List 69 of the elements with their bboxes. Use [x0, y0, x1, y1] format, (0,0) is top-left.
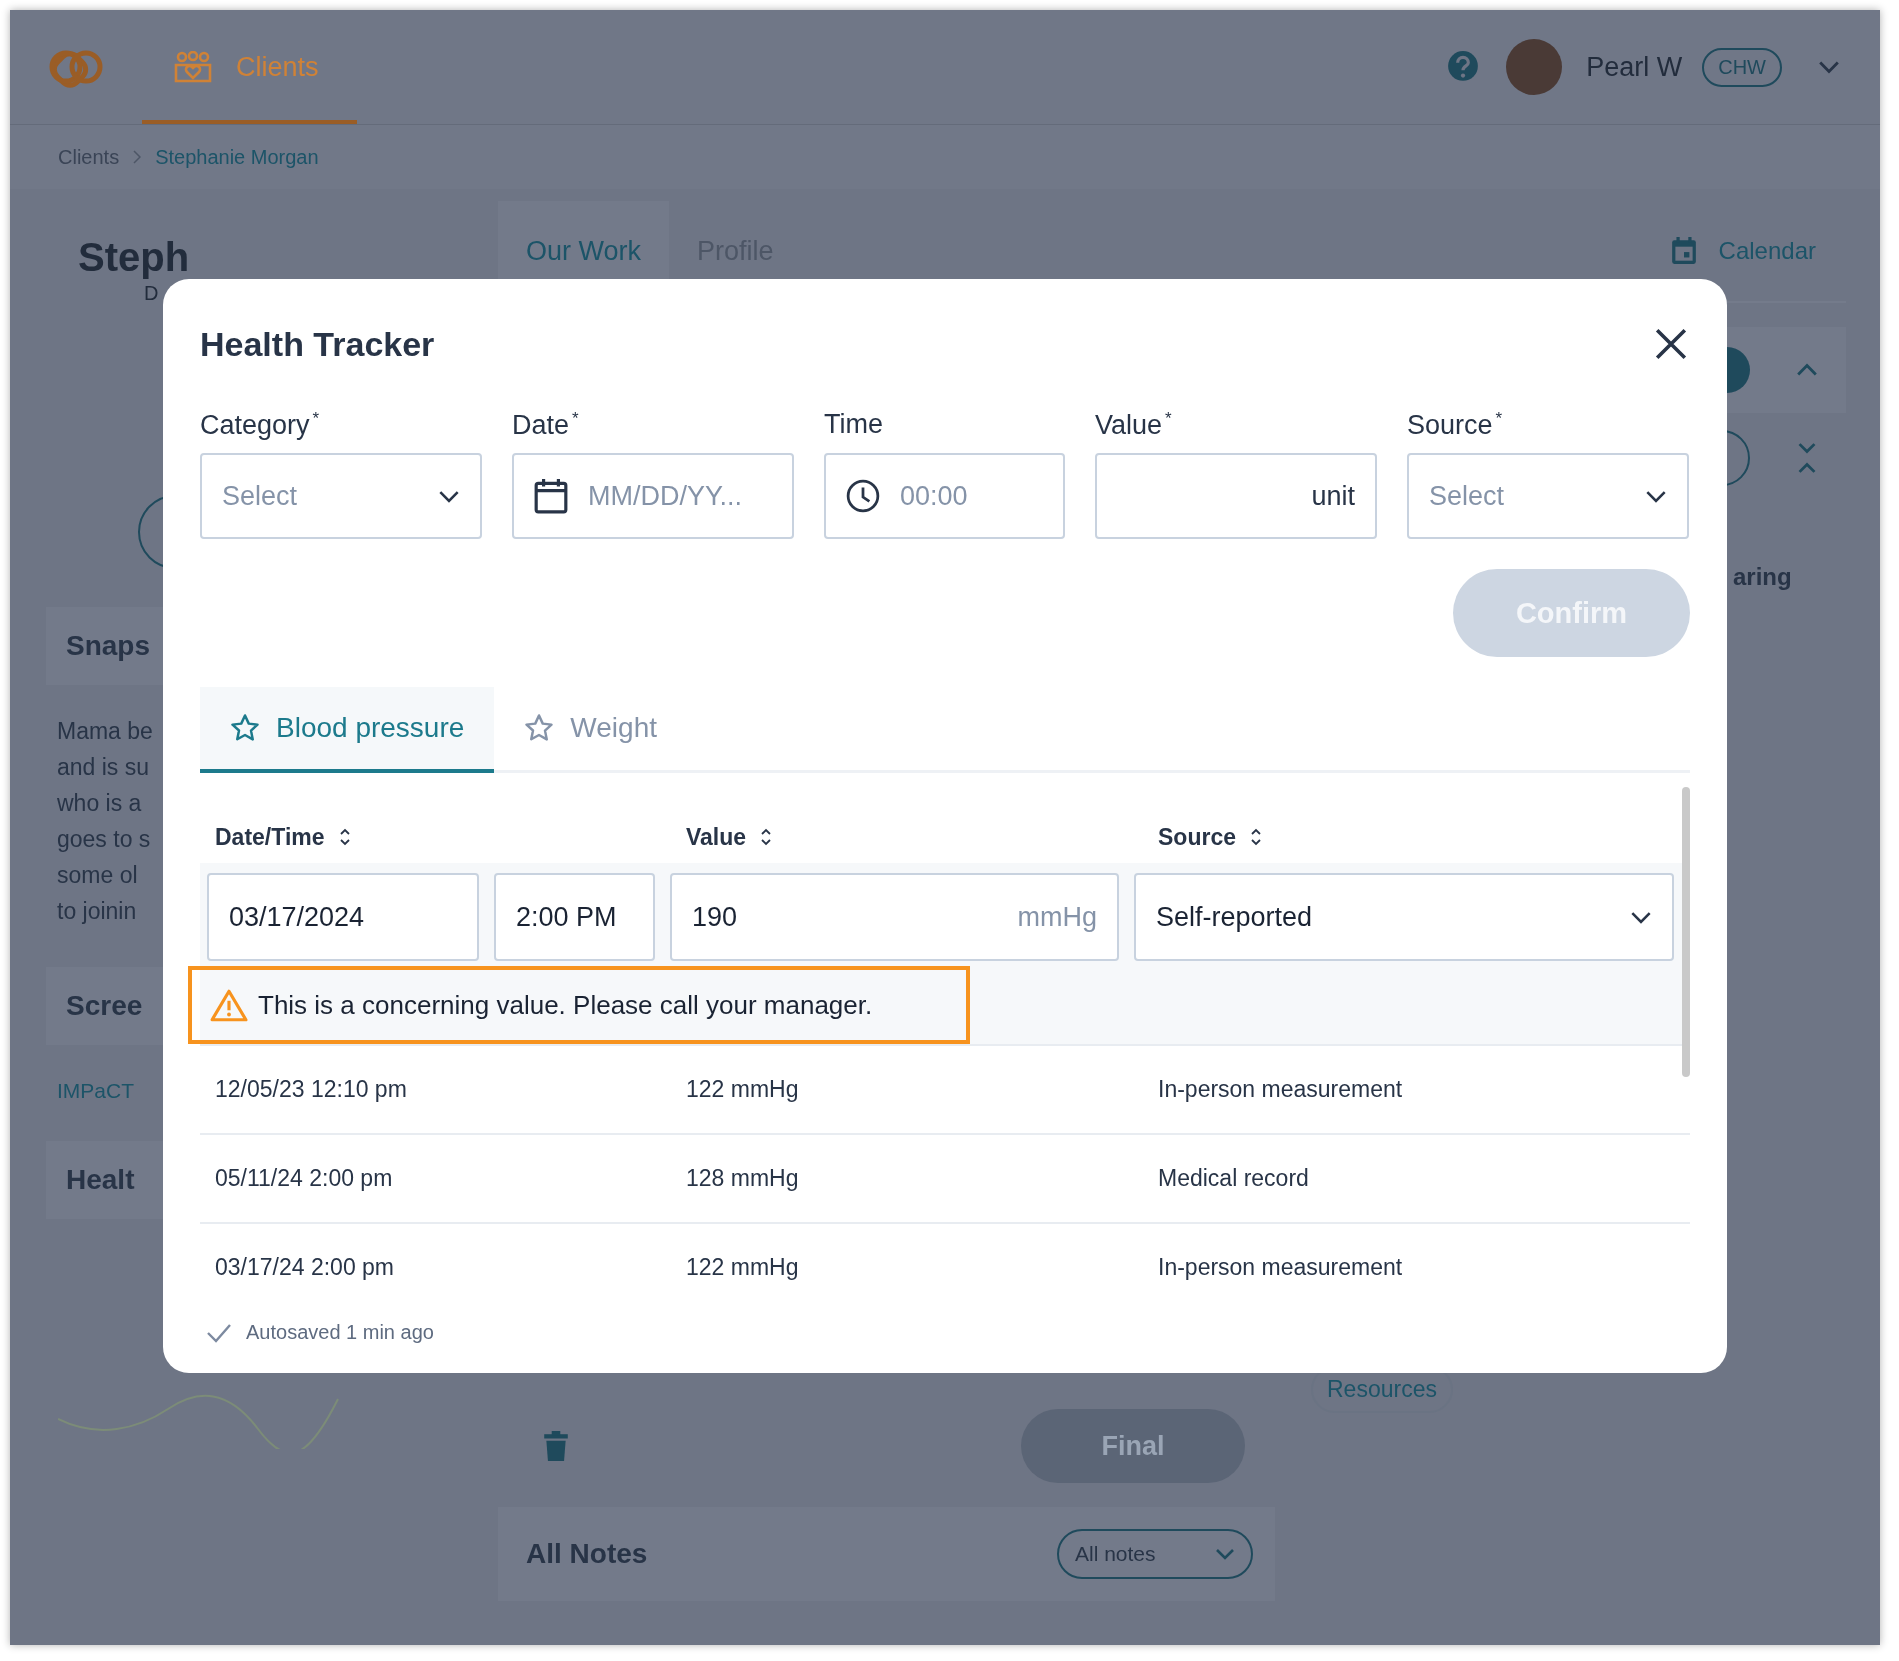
sort-icon — [338, 827, 351, 847]
column-header[interactable]: Value — [686, 823, 773, 851]
input-field[interactable]: Select — [200, 453, 482, 539]
notes-title: All Notes — [526, 1538, 648, 1570]
section-heading: Scree — [46, 967, 163, 1045]
date-input[interactable]: 03/17/2024 — [207, 873, 479, 961]
table-cell: 122 mmHg — [686, 1076, 799, 1103]
table-cell: 128 mmHg — [686, 1165, 799, 1192]
star-icon — [524, 713, 555, 743]
column-header[interactable]: Source — [1158, 823, 1262, 851]
people-heart-icon — [174, 51, 212, 83]
time-input[interactable]: 2:00 PM — [494, 873, 655, 961]
scrollbar[interactable] — [1682, 787, 1690, 1077]
warning-text: This is a concerning value. Please call your manager. — [258, 989, 873, 1021]
column-header[interactable]: Date/Time — [215, 823, 351, 851]
snapshot-text: Mama be and is su who is a goes to s some ol to joinin — [57, 717, 154, 926]
input-field[interactable]: Select — [1407, 453, 1689, 539]
sort-icon — [760, 827, 773, 847]
field-label: Category$^{*}$ — [200, 409, 321, 442]
field-label: Date$^{*}$ — [512, 409, 580, 442]
table-cell: 05/11/24 2:00 pm — [215, 1165, 393, 1192]
table-cell: In-person measurement — [1158, 1254, 1403, 1281]
category-tab[interactable]: Blood pressure — [200, 687, 495, 773]
close-icon[interactable] — [1654, 327, 1688, 361]
calendar-link[interactable]: Calendar — [1718, 237, 1816, 265]
section-heading: Healt — [46, 1141, 163, 1219]
table-cell: In-person measurement — [1158, 1076, 1403, 1103]
section-heading: Snaps — [46, 607, 163, 685]
input-field[interactable]: MM/DD/YY... — [512, 453, 794, 539]
client-subtitle: D — [144, 282, 160, 305]
chevron-down-icon — [1645, 489, 1667, 503]
field-label: Value$^{*}$ — [1095, 409, 1173, 442]
autosave-status: Autosaved 1 min ago — [246, 1321, 434, 1344]
role-tag: CHW — [1702, 47, 1782, 87]
chevron-down-icon[interactable] — [1818, 60, 1840, 74]
source-dropdown[interactable]: Self-reported — [1134, 873, 1674, 961]
screening-link[interactable]: IMPaCT — [57, 1079, 134, 1103]
sort-icon — [1250, 827, 1262, 847]
chevron-down-icon — [1630, 910, 1652, 924]
table-cell: Medical record — [1158, 1165, 1309, 1192]
star-icon — [230, 713, 260, 743]
field-label: Time — [824, 409, 884, 441]
chevron-down-icon — [438, 489, 460, 503]
collapse-icon[interactable] — [1796, 442, 1818, 474]
value-input[interactable]: 190 mmHg — [670, 873, 1119, 961]
input-field[interactable]: 00:00 — [824, 453, 1065, 539]
section-heading: aring — [1733, 563, 1792, 591]
calendar-icon — [534, 478, 568, 514]
dialog-title: Health Tracker — [200, 324, 435, 364]
clock-icon — [846, 478, 880, 514]
table-cell: 03/17/24 2:00 pm — [215, 1254, 395, 1281]
trash-icon[interactable] — [544, 1431, 568, 1461]
chevron-down-icon — [1215, 1548, 1235, 1560]
user-name: Pearl W — [1586, 51, 1683, 83]
input-field[interactable]: unit — [1095, 453, 1377, 539]
field-label: Source$^{*}$ — [1407, 409, 1504, 442]
chevron-up-icon[interactable] — [1796, 363, 1818, 377]
client-name: Steph — [78, 235, 191, 280]
breadcrumb-link[interactable]: Stephanie Morgan — [155, 145, 319, 169]
table-cell: 12/05/23 12:10 pm — [215, 1076, 407, 1103]
help-icon[interactable] — [1446, 50, 1481, 84]
check-icon — [206, 1322, 232, 1343]
chevron-right-icon — [133, 150, 142, 164]
category-tab[interactable]: Weight — [494, 687, 687, 773]
breadcrumb-link[interactable]: Clients — [58, 145, 120, 169]
table-cell: 122 mmHg — [686, 1254, 799, 1281]
calendar-icon[interactable] — [1670, 237, 1697, 265]
notes-filter-dropdown[interactable]: All notes — [1057, 1529, 1253, 1579]
warning-icon — [210, 988, 248, 1022]
